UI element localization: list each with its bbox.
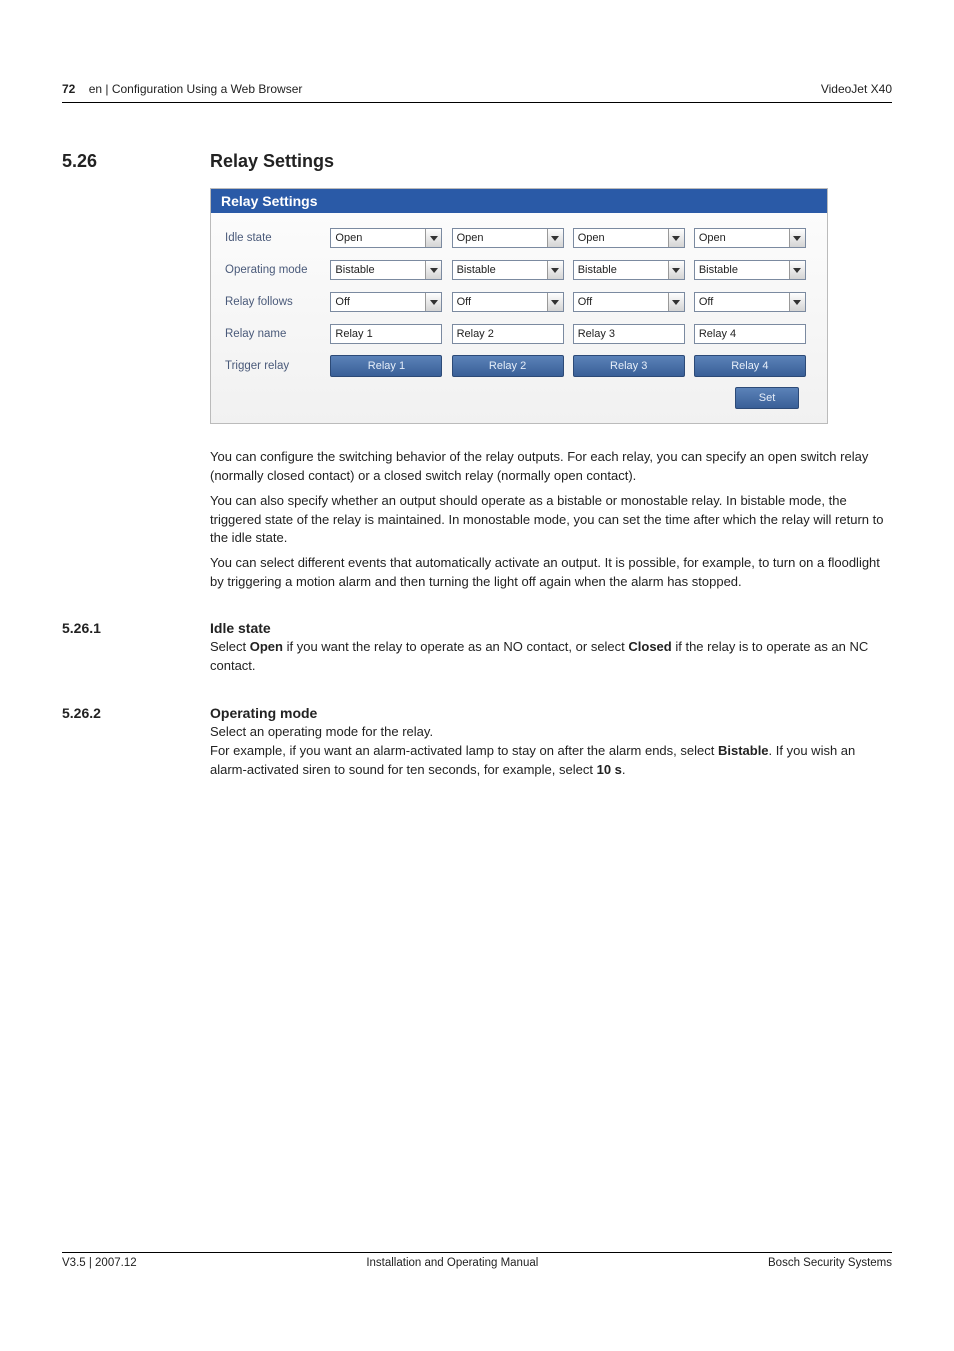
chevron-down-icon	[668, 293, 684, 311]
relay-settings-panel: Relay Settings Idle state Open Open Open…	[210, 188, 828, 424]
header-left: 72 en | Configuration Using a Web Browse…	[62, 82, 302, 96]
chevron-down-icon	[425, 229, 441, 247]
footer-rule	[62, 1252, 892, 1253]
idle-state-select-4[interactable]: Open	[694, 228, 806, 248]
chevron-down-icon	[789, 293, 805, 311]
subsection-1-title: Idle state	[210, 620, 892, 636]
trigger-relay-button-2[interactable]: Relay 2	[452, 355, 564, 377]
operating-mode-select-2[interactable]: Bistable	[452, 260, 564, 280]
idle-state-value-4: Open	[699, 232, 726, 244]
relay-name-input-4[interactable]: Relay 4	[694, 324, 806, 344]
subsection-1-number: 5.26.1	[62, 620, 210, 677]
operating-mode-select-3[interactable]: Bistable	[573, 260, 685, 280]
relay-name-label: Relay name	[225, 328, 330, 340]
subsection-2-number: 5.26.2	[62, 705, 210, 782]
idle-state-value-3: Open	[578, 232, 605, 244]
chevron-down-icon	[425, 261, 441, 279]
sub1-bold-open: Open	[250, 639, 283, 654]
trigger-relay-button-3[interactable]: Relay 3	[573, 355, 685, 377]
chevron-down-icon	[789, 261, 805, 279]
trigger-relay-label: Trigger relay	[225, 360, 330, 372]
subsection-2-title: Operating mode	[210, 705, 892, 721]
trigger-relay-button-4[interactable]: Relay 4	[694, 355, 806, 377]
chevron-down-icon	[425, 293, 441, 311]
relay-name-value-3: Relay 3	[578, 328, 615, 340]
relay-follows-select-4[interactable]: Off	[694, 292, 806, 312]
sub2-text-end: .	[622, 762, 626, 777]
chevron-down-icon	[547, 229, 563, 247]
relay-follows-value-2: Off	[457, 296, 471, 308]
header-product: VideoJet X40	[821, 82, 892, 96]
operating-mode-label: Operating mode	[225, 264, 330, 276]
relay-name-value-1: Relay 1	[335, 328, 372, 340]
operating-mode-value-2: Bistable	[457, 264, 496, 276]
body-paragraph-2: You can also specify whether an output s…	[210, 492, 892, 549]
relay-name-input-1[interactable]: Relay 1	[330, 324, 442, 344]
header-rule	[62, 102, 892, 103]
relay-follows-value-3: Off	[578, 296, 592, 308]
sub1-bold-closed: Closed	[628, 639, 671, 654]
relay-follows-value-4: Off	[699, 296, 713, 308]
idle-state-select-1[interactable]: Open	[330, 228, 442, 248]
chevron-down-icon	[668, 261, 684, 279]
idle-state-value-2: Open	[457, 232, 484, 244]
idle-state-select-3[interactable]: Open	[573, 228, 685, 248]
idle-state-value-1: Open	[335, 232, 362, 244]
footer-manual: Installation and Operating Manual	[366, 1257, 538, 1269]
operating-mode-value-1: Bistable	[335, 264, 374, 276]
relay-name-input-3[interactable]: Relay 3	[573, 324, 685, 344]
body-paragraph-3: You can select different events that aut…	[210, 554, 892, 592]
relay-name-value-4: Relay 4	[699, 328, 736, 340]
sub1-text-mid: if you want the relay to operate as an N…	[283, 639, 628, 654]
relay-follows-select-1[interactable]: Off	[330, 292, 442, 312]
relay-follows-value-1: Off	[335, 296, 349, 308]
operating-mode-value-3: Bistable	[578, 264, 617, 276]
chevron-down-icon	[789, 229, 805, 247]
relay-follows-label: Relay follows	[225, 296, 330, 308]
sub1-text-pre: Select	[210, 639, 250, 654]
section-number: 5.26	[62, 151, 210, 172]
idle-state-select-2[interactable]: Open	[452, 228, 564, 248]
page-number: 72	[62, 82, 75, 96]
subsection-2-line1: Select an operating mode for the relay.	[210, 723, 892, 742]
subsection-1-text: Select Open if you want the relay to ope…	[210, 638, 892, 676]
footer-company: Bosch Security Systems	[768, 1257, 892, 1269]
sub2-bold-bistable: Bistable	[718, 743, 769, 758]
body-paragraph-1: You can configure the switching behavior…	[210, 448, 892, 486]
operating-mode-select-1[interactable]: Bistable	[330, 260, 442, 280]
sub2-bold-10s: 10 s	[597, 762, 622, 777]
breadcrumb: en | Configuration Using a Web Browser	[89, 82, 303, 96]
sub2-text-pre: For example, if you want an alarm-activa…	[210, 743, 718, 758]
set-button[interactable]: Set	[735, 387, 799, 409]
operating-mode-select-4[interactable]: Bistable	[694, 260, 806, 280]
panel-title: Relay Settings	[211, 189, 827, 213]
chevron-down-icon	[547, 261, 563, 279]
relay-follows-select-2[interactable]: Off	[452, 292, 564, 312]
chevron-down-icon	[668, 229, 684, 247]
subsection-2-line2: For example, if you want an alarm-activa…	[210, 742, 892, 780]
footer-version: V3.5 | 2007.12	[62, 1257, 137, 1269]
idle-state-label: Idle state	[225, 232, 330, 244]
trigger-relay-button-1[interactable]: Relay 1	[330, 355, 442, 377]
section-title: Relay Settings	[210, 151, 334, 172]
relay-name-input-2[interactable]: Relay 2	[452, 324, 564, 344]
operating-mode-value-4: Bistable	[699, 264, 738, 276]
relay-name-value-2: Relay 2	[457, 328, 494, 340]
chevron-down-icon	[547, 293, 563, 311]
relay-follows-select-3[interactable]: Off	[573, 292, 685, 312]
